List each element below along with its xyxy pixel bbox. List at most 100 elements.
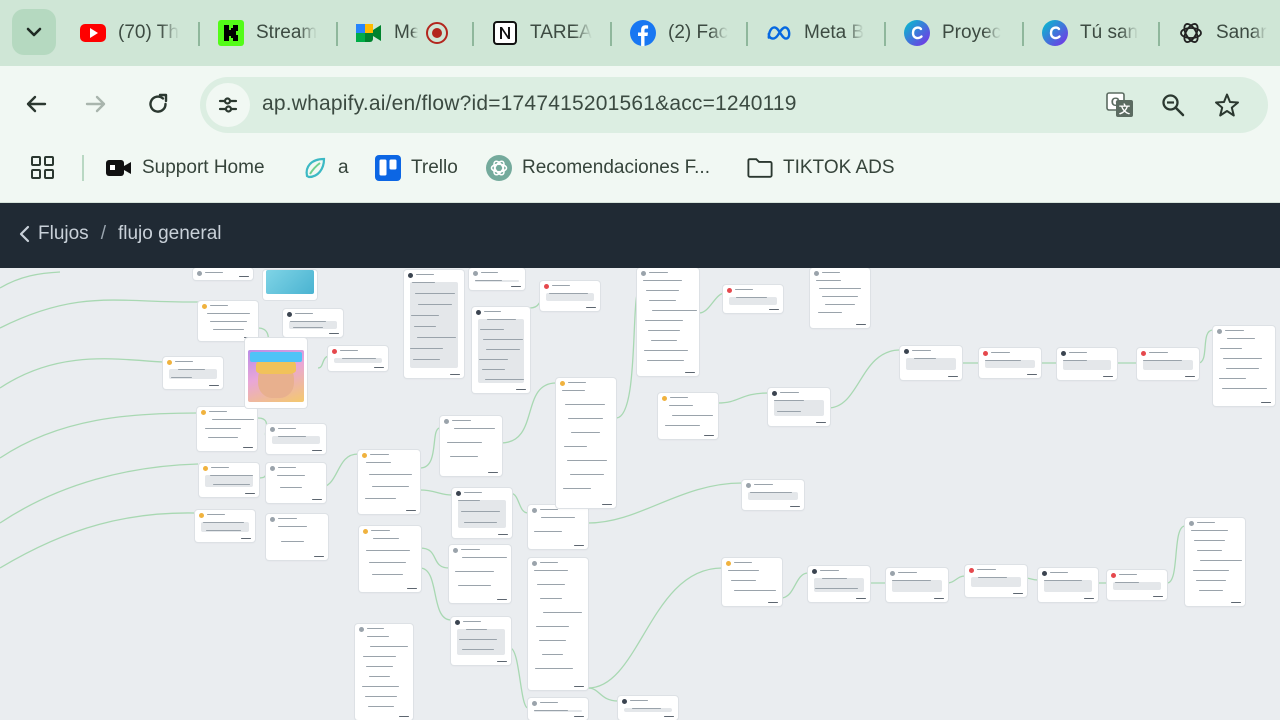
flow-node[interactable]: [556, 378, 616, 508]
image-node[interactable]: [263, 270, 317, 300]
node-text-line: [651, 340, 677, 341]
bookmark-support-home[interactable]: Support Home: [106, 153, 265, 183]
tab-search-button[interactable]: [12, 9, 56, 55]
flow-node[interactable]: [199, 463, 259, 497]
image-node[interactable]: [245, 338, 307, 408]
flow-node[interactable]: [266, 424, 326, 454]
bookmark-recomendaciones[interactable]: Recomendaciones F...: [486, 153, 710, 183]
flow-node[interactable]: [528, 505, 588, 549]
node-text-line: [342, 358, 376, 359]
breadcrumb-back-link[interactable]: Flujos: [18, 223, 89, 245]
flow-node[interactable]: [449, 545, 511, 603]
flow-node[interactable]: [198, 301, 258, 341]
browser-tab-facebook[interactable]: (2) Fac: [630, 14, 730, 52]
node-text-line: [570, 474, 604, 475]
bookmark-trello[interactable]: Trello: [375, 153, 458, 183]
node-title-line: [484, 311, 501, 312]
flow-node[interactable]: [440, 416, 502, 476]
node-message-preview: [906, 358, 956, 370]
forward-button[interactable]: [78, 86, 114, 122]
address-bar[interactable]: ap.whapify.ai/en/flow?id=1747415201561&a…: [200, 77, 1268, 133]
flow-node[interactable]: [197, 407, 257, 451]
flow-node[interactable]: [163, 357, 223, 389]
flow-node[interactable]: [723, 285, 783, 313]
flow-node[interactable]: [886, 568, 948, 602]
flow-node[interactable]: [195, 510, 255, 542]
flow-node[interactable]: [359, 526, 421, 592]
tab-label: (70) Th: [118, 22, 179, 43]
browser-tab-meta[interactable]: Meta B: [766, 14, 868, 52]
flow-node[interactable]: [810, 268, 870, 328]
flow-node[interactable]: [472, 307, 530, 393]
back-button[interactable]: [18, 86, 54, 122]
flow-node[interactable]: [658, 393, 718, 439]
browser-tab-youtube[interactable]: (70) Th: [80, 14, 180, 52]
node-text-line: [568, 418, 603, 419]
flow-node[interactable]: [979, 348, 1041, 378]
browser-tab-notion[interactable]: TAREA: [492, 14, 592, 52]
node-title-line: [371, 530, 390, 531]
flow-node[interactable]: [283, 309, 343, 337]
flow-node[interactable]: [965, 565, 1027, 597]
flow-node[interactable]: [528, 698, 588, 720]
url-text[interactable]: ap.whapify.ai/en/flow?id=1747415201561&a…: [262, 92, 797, 116]
node-type-icon: [983, 351, 988, 356]
node-text-line: [571, 432, 600, 433]
flow-node[interactable]: [768, 388, 830, 426]
flow-node[interactable]: [358, 450, 420, 514]
flow-node[interactable]: [266, 463, 326, 503]
bookmark-a[interactable]: a: [302, 153, 349, 183]
zoom-button[interactable]: [1157, 89, 1189, 121]
flow-node[interactable]: [1185, 518, 1245, 606]
browser-tab-meet[interactable]: Me: [356, 14, 460, 52]
node-footer-id: [407, 588, 417, 589]
node-text-line: [892, 580, 931, 581]
flow-node[interactable]: [1213, 326, 1275, 406]
breadcrumb-parent[interactable]: Flujos: [38, 223, 89, 245]
flow-node[interactable]: [540, 281, 600, 311]
bookmark-folder-tiktok-ads[interactable]: TIKTOK ADS: [747, 153, 895, 183]
node-footer-id: [704, 435, 714, 436]
translate-button[interactable]: G文: [1104, 89, 1136, 121]
node-type-icon: [167, 360, 172, 365]
flow-node[interactable]: [1107, 570, 1167, 600]
reload-button[interactable]: [140, 86, 176, 122]
node-footer-id: [239, 276, 249, 277]
browser-tab-canva-1[interactable]: Proyec: [904, 14, 1008, 52]
flow-node[interactable]: [266, 514, 328, 560]
flow-node[interactable]: [404, 270, 464, 378]
star-icon: [1215, 93, 1239, 117]
node-title-line: [1225, 330, 1244, 331]
bookmark-star-button[interactable]: [1211, 89, 1243, 121]
flow-node[interactable]: [452, 488, 512, 538]
tab-label: Stream: [256, 22, 318, 43]
flow-node[interactable]: [1057, 348, 1117, 380]
flow-node[interactable]: [1137, 348, 1199, 380]
node-text-line: [815, 588, 858, 589]
node-text-line: [537, 584, 565, 585]
node-text-line: [483, 339, 523, 340]
flow-node[interactable]: [469, 268, 525, 290]
site-info-button[interactable]: [206, 83, 250, 127]
browser-tab-canva-2[interactable]: Tú san: [1042, 14, 1142, 52]
flow-node[interactable]: [451, 617, 511, 665]
flow-node[interactable]: [900, 346, 962, 380]
browser-tab-kick[interactable]: Stream: [218, 14, 318, 52]
node-text-line: [280, 487, 302, 488]
flow-node[interactable]: [193, 268, 253, 280]
node-type-icon: [408, 273, 413, 278]
flow-node[interactable]: [355, 624, 413, 720]
flow-node[interactable]: [1038, 568, 1098, 602]
browser-tab-chatgpt[interactable]: Sanar: [1178, 14, 1280, 52]
facebook-icon: [630, 20, 656, 46]
flow-node[interactable]: [722, 558, 782, 606]
flow-node[interactable]: [637, 268, 699, 376]
flow-node[interactable]: [528, 558, 588, 690]
node-text-line: [734, 590, 776, 591]
flow-node[interactable]: [808, 566, 870, 602]
flow-node[interactable]: [328, 346, 388, 371]
flow-node[interactable]: [742, 480, 804, 510]
flow-node[interactable]: [618, 696, 678, 720]
flow-canvas[interactable]: [0, 268, 1280, 720]
apps-grid-icon[interactable]: [30, 155, 56, 181]
